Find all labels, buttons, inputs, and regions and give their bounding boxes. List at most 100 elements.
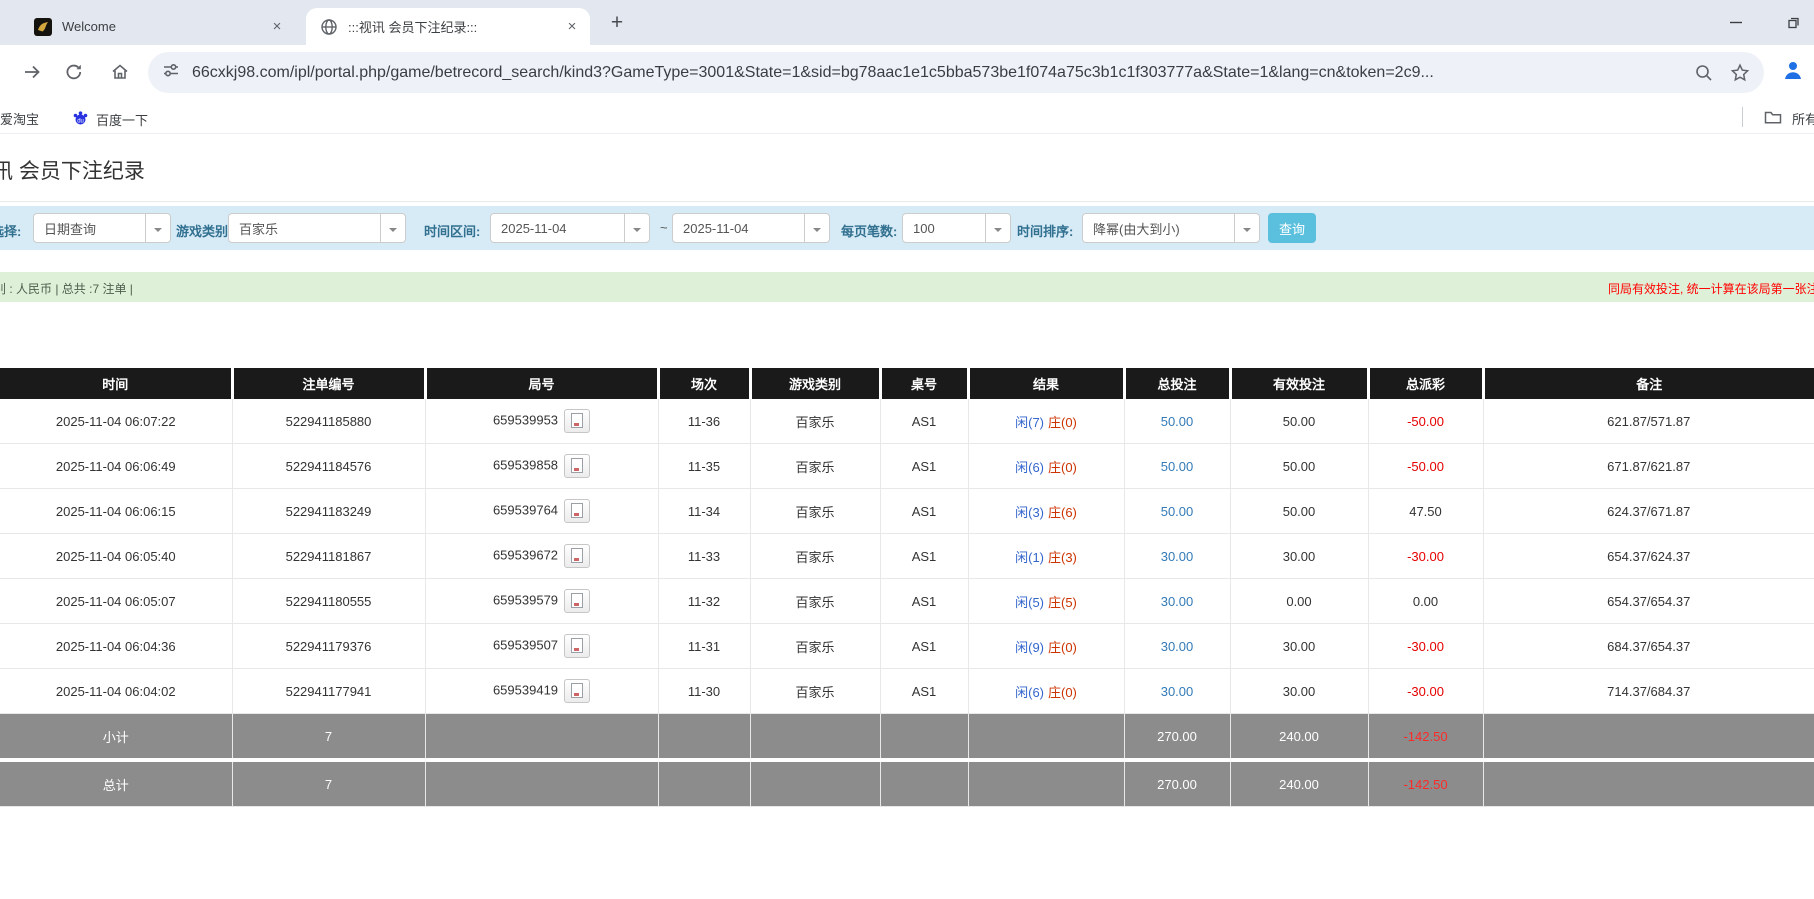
game-cell: 百家乐 — [750, 623, 881, 669]
globe-icon — [320, 18, 338, 36]
tab-welcome[interactable]: Welcome × — [20, 8, 295, 45]
empty-cell — [880, 758, 969, 807]
total-bet-cell[interactable]: 30.00 — [1124, 578, 1231, 624]
tab-bet-record[interactable]: :::视讯 会员下注纪录::: × — [306, 8, 590, 45]
total-bet-cell[interactable]: 30.00 — [1124, 533, 1231, 579]
total-bet-cell[interactable]: 50.00 — [1124, 488, 1231, 534]
chevron-down-icon[interactable] — [145, 214, 170, 242]
sort-order-select[interactable]: 降幂(由大到小) — [1082, 213, 1260, 243]
game-category-label: 游戏类别 — [176, 224, 229, 239]
result-cell: 闲(9) 庄(0) — [968, 623, 1125, 669]
session-cell: 11-34 — [658, 488, 751, 534]
round-number: 659539672 — [492, 547, 559, 563]
chevron-down-icon[interactable] — [380, 214, 405, 242]
record-detail-icon[interactable] — [564, 589, 591, 613]
date-from-input[interactable]: 2025-11-04 — [490, 213, 650, 243]
summary-bar: 币别 : 人民币 | 总共 :7 注单 | 同局有效投注, 统一计算在该局第一张… — [0, 272, 1814, 302]
svg-text:du: du — [77, 118, 84, 124]
result-banker: 庄(0) — [1048, 414, 1077, 430]
subtotal-label: 小计 — [0, 713, 233, 761]
col-table-no: 桌号 — [880, 368, 970, 399]
screen: { "colors":{"accent_button":"#5bc0de","t… — [0, 0, 1814, 899]
query-type-select[interactable]: 日期查询 — [33, 213, 171, 243]
result-player: 闲(3) — [1015, 504, 1044, 520]
empty-cell — [750, 713, 881, 761]
col-session: 场次 — [658, 368, 752, 399]
title-divider — [0, 201, 1814, 202]
close-tab-icon[interactable]: × — [267, 17, 287, 37]
page-size-select[interactable]: 100 — [902, 213, 1011, 243]
chevron-down-icon[interactable] — [624, 214, 649, 242]
subtotal-count: 7 — [232, 713, 426, 761]
record-detail-icon[interactable] — [564, 499, 591, 523]
profile-avatar-icon[interactable] — [1782, 59, 1804, 81]
session-cell: 11-33 — [658, 533, 751, 579]
bet-id-cell: 522941183249 — [232, 488, 426, 534]
result-banker: 庄(0) — [1048, 684, 1077, 700]
page-size-value: 100 — [913, 220, 935, 236]
date-separator: ~ — [660, 220, 668, 235]
bookmark-taobao[interactable]: 爱淘宝 — [0, 109, 39, 128]
close-tab-icon[interactable]: × — [562, 17, 582, 37]
bet-row: 2025-11-04 06:05:40 522941181867 659539672… — [0, 533, 1814, 579]
payout-cell: -30.00 — [1368, 533, 1484, 579]
bet-id-cell: 522941184576 — [232, 443, 426, 489]
chevron-down-icon[interactable] — [1234, 214, 1259, 242]
result-banker: 庄(0) — [1048, 639, 1077, 655]
bookmarks-divider — [1742, 107, 1743, 127]
total-bet-cell[interactable]: 50.00 — [1124, 399, 1231, 444]
bet-record-table: 时间 注单编号 局号 场次 游戏类别 桌号 结果 总投注 有效投注 总派彩 备注… — [0, 368, 1814, 807]
note-message: 同局有效投注, 统一计算在该局第一张注单 — [1608, 282, 1814, 296]
record-detail-icon[interactable] — [564, 454, 591, 478]
home-icon[interactable] — [110, 62, 130, 82]
record-detail-icon[interactable] — [564, 409, 591, 433]
new-tab-button[interactable]: + — [604, 10, 630, 36]
total-count: 7 — [232, 758, 426, 807]
forward-icon[interactable] — [22, 62, 42, 82]
round-cell: 659539672 — [425, 533, 659, 579]
record-detail-icon[interactable] — [564, 634, 591, 658]
bet-row: 2025-11-04 06:04:02 522941177941 659539419… — [0, 668, 1814, 714]
bet-table-body: 2025-11-04 06:07:22 522941185880 659539953… — [0, 399, 1814, 714]
empty-cell — [658, 713, 751, 761]
total-bet-cell[interactable]: 50.00 — [1124, 443, 1231, 489]
empty-cell — [880, 713, 969, 761]
folder-icon[interactable] — [1764, 108, 1782, 126]
reload-icon[interactable] — [64, 62, 84, 82]
url-bar[interactable]: 66cxkj98.com/ipl/portal.php/game/betreco… — [148, 52, 1764, 93]
game-category-select[interactable]: 百家乐 — [228, 213, 406, 243]
url-text[interactable]: 66cxkj98.com/ipl/portal.php/game/betreco… — [192, 64, 1678, 82]
valid-bet-cell: 50.00 — [1230, 443, 1369, 489]
result-cell: 闲(7) 庄(0) — [968, 399, 1125, 444]
chevron-down-icon[interactable] — [985, 214, 1010, 242]
session-cell: 11-31 — [658, 623, 751, 669]
search-button[interactable]: 查询 — [1268, 213, 1316, 243]
restore-icon[interactable] — [1786, 14, 1802, 30]
zoom-icon[interactable] — [1694, 63, 1714, 83]
valid-bet-cell: 30.00 — [1230, 533, 1369, 579]
time-cell: 2025-11-04 06:06:49 — [0, 443, 233, 489]
total-bet-cell[interactable]: 30.00 — [1124, 668, 1231, 714]
table-no-cell: AS1 — [880, 443, 969, 489]
date-to-input[interactable]: 2025-11-04 — [672, 213, 830, 243]
result-banker: 庄(3) — [1048, 549, 1077, 565]
table-no-cell: AS1 — [880, 668, 969, 714]
minimize-icon[interactable] — [1728, 14, 1744, 30]
session-cell: 11-36 — [658, 399, 751, 444]
result-cell: 闲(1) 庄(3) — [968, 533, 1125, 579]
session-cell: 11-30 — [658, 668, 751, 714]
tune-icon[interactable] — [162, 61, 180, 84]
bet-id-cell: 522941179376 — [232, 623, 426, 669]
all-bookmarks-label[interactable]: 所有书签 — [1792, 109, 1814, 128]
bookmark-baidu[interactable]: du 百度一下 — [72, 109, 148, 129]
record-detail-icon[interactable] — [564, 544, 591, 568]
subtotal-valid-bet: 240.00 — [1230, 713, 1369, 761]
record-detail-icon[interactable] — [564, 679, 591, 703]
chevron-down-icon[interactable] — [804, 214, 829, 242]
date-to-value: 2025-11-04 — [683, 220, 749, 236]
bookmark-star-icon[interactable] — [1730, 62, 1750, 83]
table-no-cell: AS1 — [880, 578, 969, 624]
result-player: 闲(6) — [1015, 459, 1044, 475]
total-bet-cell[interactable]: 30.00 — [1124, 623, 1231, 669]
result-player: 闲(6) — [1015, 684, 1044, 700]
